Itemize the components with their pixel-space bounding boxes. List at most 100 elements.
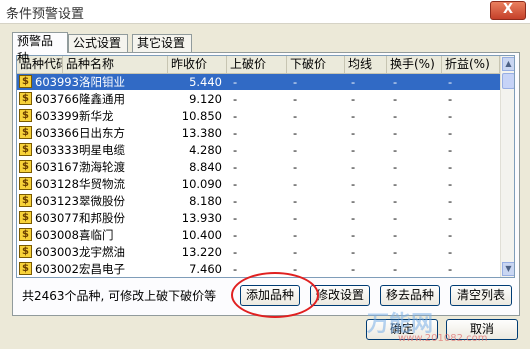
cell-ma: - [351, 126, 356, 140]
cell-code: 603766 [35, 92, 79, 106]
col-pl-header[interactable]: 折益(%) [442, 56, 500, 73]
col-turnover-header[interactable]: 换手(%) [387, 56, 442, 73]
stock-icon: $ [19, 160, 32, 173]
cell-prev-close: 9.120 [189, 92, 222, 106]
cell-name: 宏昌电子 [79, 262, 125, 276]
table-row[interactable]: $603333 明星电缆 4.280- - - - - [17, 142, 500, 158]
table-row[interactable]: $603766 隆鑫通用 9.120- - - - - [17, 91, 500, 107]
cell-ma: - [351, 75, 356, 89]
cell-break-down: - [293, 177, 298, 191]
cell-pl: - [448, 126, 453, 140]
cell-turnover: - [393, 228, 398, 242]
tab-formula-settings[interactable]: 公式设置 [68, 34, 128, 52]
stock-icon: $ [19, 245, 32, 258]
stock-icon: $ [19, 143, 32, 156]
cell-prev-close: 13.930 [181, 211, 222, 225]
col-ma-header[interactable]: 均线 [345, 56, 387, 73]
cell-pl: - [448, 245, 453, 259]
cell-name: 隆鑫通用 [79, 92, 125, 106]
cell-code: 603399 [35, 109, 79, 123]
cell-prev-close: 8.840 [189, 160, 222, 174]
table-row[interactable]: $603123 翠微股份 8.180- - - - - [17, 193, 500, 209]
cell-name: 明星电缆 [79, 143, 125, 157]
remove-item-button[interactable]: 移去品种 [380, 285, 440, 306]
cell-code: 603002 [35, 262, 79, 276]
cell-ma: - [351, 177, 356, 191]
table-row[interactable]: $603077 和邦股份 13.930- - - - - [17, 210, 500, 226]
clear-list-button[interactable]: 清空列表 [450, 285, 512, 306]
cell-name: 华贸物流 [79, 177, 125, 191]
cell-ma: - [351, 211, 356, 225]
cell-break-down: - [293, 75, 298, 89]
cell-prev-close: 8.180 [189, 194, 222, 208]
table-row[interactable]: $603128 华贸物流 10.090- - - - - [17, 176, 500, 192]
cell-break-down: - [293, 92, 298, 106]
cell-pl: - [448, 109, 453, 123]
window-title: 条件预警设置 [6, 7, 85, 22]
stock-table[interactable]: 品种代码 品种名称 昨收价 上破价 下破价 均线 换手(%) 折益(%) $60… [16, 55, 515, 278]
col-prev-close-header[interactable]: 昨收价 [168, 56, 227, 73]
cell-prev-close: 10.850 [181, 109, 222, 123]
col-break-down-header[interactable]: 下破价 [287, 56, 345, 73]
cell-code: 603167 [35, 160, 79, 174]
col-break-up-header[interactable]: 上破价 [227, 56, 287, 73]
cell-turnover: - [393, 160, 398, 174]
cell-ma: - [351, 92, 356, 106]
col-name-header[interactable]: 品种名称 [63, 56, 168, 73]
cell-turnover: - [393, 75, 398, 89]
cell-code: 603128 [35, 177, 79, 191]
cell-break-down: - [293, 228, 298, 242]
table-row[interactable]: $603366 日出东方 13.380- - - - - [17, 125, 500, 141]
vertical-scrollbar[interactable]: ▲ ▼ [500, 56, 514, 277]
scroll-thumb[interactable] [502, 73, 514, 89]
table-row[interactable]: $603008 喜临门 10.400- - - - - [17, 227, 500, 243]
close-button[interactable]: X [490, 1, 526, 20]
cell-prev-close: 4.280 [189, 143, 222, 157]
cell-break-up: - [233, 109, 238, 123]
tab-other-settings[interactable]: 其它设置 [132, 34, 192, 52]
cell-code: 603366 [35, 126, 79, 140]
cell-ma: - [351, 262, 356, 276]
cell-ma: - [351, 143, 356, 157]
cell-pl: - [448, 75, 453, 89]
cell-pl: - [448, 160, 453, 174]
title-bar[interactable]: 条件预警设置 X [0, 0, 530, 24]
cell-name: 渤海轮渡 [79, 160, 125, 174]
cell-break-up: - [233, 92, 238, 106]
cell-prev-close: 13.380 [181, 126, 222, 140]
cell-break-down: - [293, 126, 298, 140]
cell-ma: - [351, 109, 356, 123]
cell-prev-close: 13.220 [181, 245, 222, 259]
stock-icon: $ [19, 75, 32, 88]
cell-name: 日出东方 [79, 126, 125, 140]
stock-icon: $ [19, 211, 32, 224]
cell-break-down: - [293, 143, 298, 157]
cell-turnover: - [393, 211, 398, 225]
cell-prev-close: 5.440 [189, 75, 222, 89]
cell-turnover: - [393, 92, 398, 106]
cell-name: 喜临门 [79, 228, 114, 242]
cell-pl: - [448, 262, 453, 276]
cell-code: 603993 [35, 75, 79, 89]
table-row[interactable]: $603399 新华龙 10.850- - - - - [17, 108, 500, 124]
stock-icon: $ [19, 92, 32, 105]
stock-icon: $ [19, 177, 32, 190]
cell-pl: - [448, 228, 453, 242]
table-row[interactable]: $603167 渤海轮渡 8.840- - - - - [17, 159, 500, 175]
status-text: 共2463个品种, 可修改上破下破价等 [22, 289, 217, 303]
tab-watch-list[interactable]: 预警品种 [12, 32, 68, 65]
cell-pl: - [448, 177, 453, 191]
cell-turnover: - [393, 143, 398, 157]
cell-break-up: - [233, 75, 238, 89]
cell-turnover: - [393, 109, 398, 123]
cell-break-down: - [293, 194, 298, 208]
scroll-up-icon[interactable]: ▲ [502, 57, 514, 71]
table-row[interactable]: $603993 洛阳钼业 5.440- - - - - [17, 74, 500, 90]
table-row[interactable]: $603003 龙宇燃油 13.220- - - - - [17, 244, 500, 260]
modify-settings-button[interactable]: 修改设置 [310, 285, 370, 306]
scroll-down-icon[interactable]: ▼ [502, 262, 514, 276]
cell-turnover: - [393, 177, 398, 191]
stock-icon: $ [19, 109, 32, 122]
cell-pl: - [448, 194, 453, 208]
cell-ma: - [351, 160, 356, 174]
